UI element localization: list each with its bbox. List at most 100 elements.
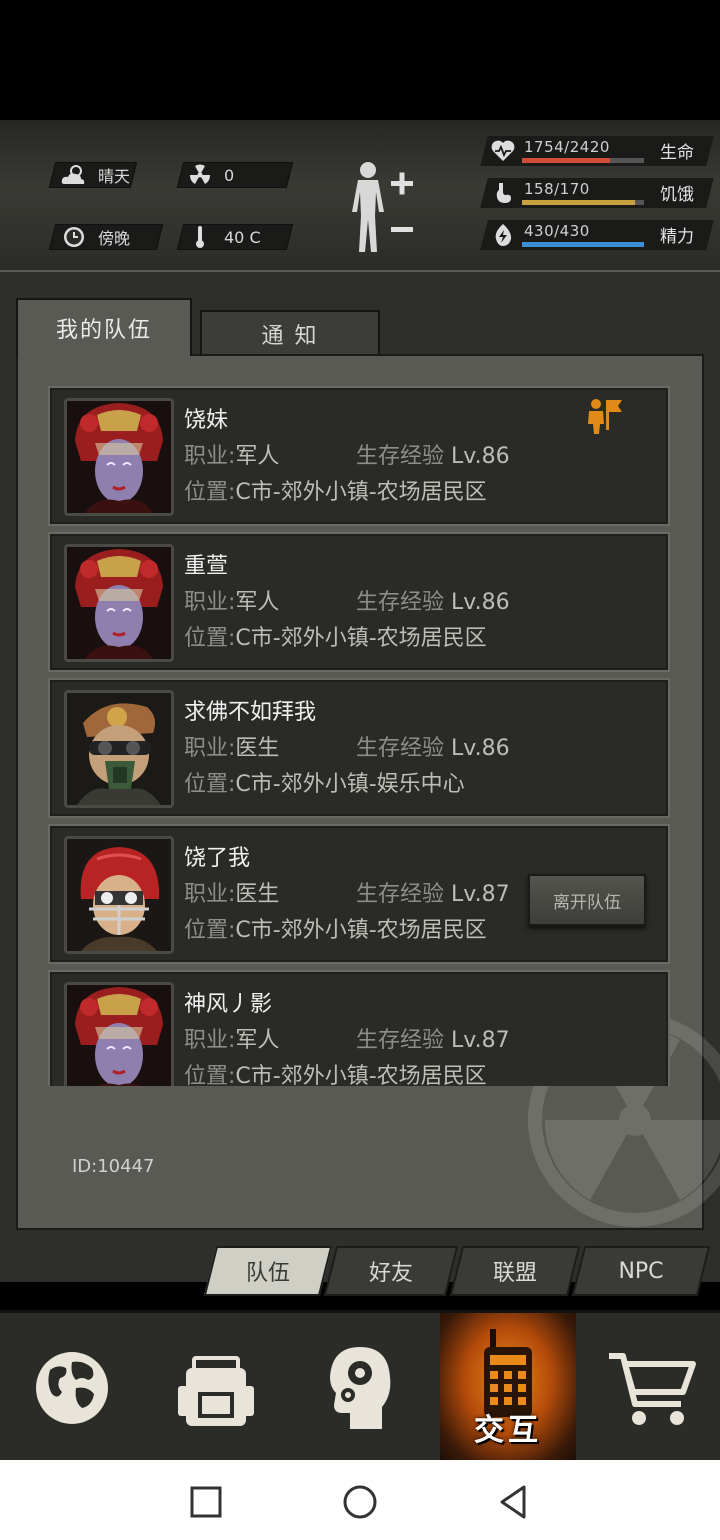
back-icon[interactable] <box>494 1482 534 1522</box>
hunger-bar: 158/170 饥饿 <box>480 178 714 208</box>
member-experience: 生存经验 Lv.86 <box>356 584 510 616</box>
team-member-card[interactable]: 饶了我职业:医生 生存经验 Lv.87 位置:C市-郊外小镇-农场居民区 离开队伍 <box>48 824 670 964</box>
member-avatar[interactable] <box>64 398 174 516</box>
cloud-sun-icon <box>60 162 88 188</box>
member-location: 位置:C市-郊外小镇-农场居民区 <box>184 912 487 944</box>
body-figure-icon <box>352 162 413 252</box>
member-location-value: C市-郊外小镇-农场居民区 <box>235 626 487 651</box>
member-location-label: 位置: <box>184 918 236 943</box>
member-job-value: 医生 <box>235 736 280 761</box>
member-job-label: 职业: <box>184 444 236 469</box>
status-bar <box>0 0 720 120</box>
member-name: 求佛不如拜我 <box>184 700 317 725</box>
member-job-label: 职业: <box>184 882 236 907</box>
team-member-card[interactable]: 重萱 职业:军人 生存经验 Lv.86 位置:C市-郊外小镇-农场居民区 <box>48 532 670 672</box>
hunger-value: 158/170 <box>524 180 590 198</box>
temperature-value: 40 C <box>224 227 261 247</box>
member-job-value: 军人 <box>235 590 280 615</box>
member-experience: 生存经验 Lv.87 <box>356 1022 510 1054</box>
radiation-display: 0 <box>186 162 234 188</box>
thermometer-icon <box>186 224 214 250</box>
member-experience: 生存经验 Lv.87 <box>356 876 510 908</box>
member-exp-label: 生存经验 <box>356 444 445 469</box>
health-value: 1754/2420 <box>524 138 610 156</box>
team-member-card[interactable]: 饶妹 职业:军人 生存经验 Lv.86 位置:C市-郊外小镇-农场居民区 <box>48 386 670 526</box>
energy-label: 精力 <box>660 227 694 247</box>
team-member-list[interactable]: 饶妹 职业:军人 生存经验 Lv.86 位置:C市-郊外小镇-农场居民区 重萱 职业:军人… <box>48 386 672 1086</box>
member-level: Lv.86 <box>451 736 510 761</box>
health-fill <box>522 158 611 163</box>
member-job-label: 职业: <box>184 590 236 615</box>
time-display: 傍晚 <box>60 224 130 250</box>
time-text: 傍晚 <box>98 229 131 248</box>
nav-interact-button[interactable]: 交互 <box>440 1313 576 1463</box>
hunger-fill <box>522 200 636 205</box>
health-bar: 1754/2420 生命 <box>480 136 714 166</box>
member-location: 位置:C市-郊外小镇-娱乐中心 <box>184 766 465 798</box>
member-exp-label: 生存经验 <box>356 736 445 761</box>
nav-backpack-button[interactable] <box>148 1313 284 1463</box>
member-avatar[interactable] <box>64 836 174 954</box>
subtab-team[interactable]: 队伍 <box>210 1246 326 1296</box>
leave-team-button[interactable]: 离开队伍 <box>528 874 646 926</box>
team-member-card[interactable]: 神风丿影 职业:军人 生存经验 Lv.87 位置:C市-郊外小镇-农场居民区 <box>48 970 670 1086</box>
member-level: Lv.86 <box>451 444 510 469</box>
radiation-value: 0 <box>224 165 235 185</box>
member-job: 职业:军人 <box>184 584 279 616</box>
home-icon[interactable] <box>340 1482 380 1522</box>
member-avatar[interactable] <box>64 982 174 1086</box>
stomach-icon <box>490 180 516 206</box>
member-location-value: C市-郊外小镇-农场居民区 <box>235 1064 487 1086</box>
member-job: 职业:军人 <box>184 438 279 470</box>
member-level: Lv.86 <box>451 590 510 615</box>
member-name: 饶了我 <box>184 846 251 871</box>
tab-notice[interactable]: 通 知 <box>200 310 380 356</box>
cart-icon <box>609 1353 696 1425</box>
member-location: 位置:C市-郊外小镇-农场居民区 <box>184 1058 487 1086</box>
radiation-icon <box>186 162 214 188</box>
status-hud: 晴天 0 傍晚 40 C 1754/2420 生命 158/170 饥饿 430… <box>0 120 720 272</box>
subtab-friends[interactable]: 好友 <box>330 1246 452 1296</box>
member-experience: 生存经验 Lv.86 <box>356 438 510 470</box>
member-level: Lv.87 <box>451 882 510 907</box>
health-label: 生命 <box>660 143 694 163</box>
member-level: Lv.87 <box>451 1028 510 1053</box>
subtab-alliance[interactable]: 联盟 <box>456 1246 574 1296</box>
nav-world-button[interactable] <box>4 1313 140 1463</box>
nav-skills-button[interactable] <box>292 1313 428 1463</box>
member-experience: 生存经验 Lv.86 <box>356 730 510 762</box>
member-location: 位置:C市-郊外小镇-农场居民区 <box>184 474 487 506</box>
member-exp-label: 生存经验 <box>356 882 445 907</box>
body-status-button[interactable] <box>346 160 426 256</box>
member-location-label: 位置: <box>184 626 236 651</box>
energy-value: 430/430 <box>524 222 590 240</box>
member-location-label: 位置: <box>184 1064 236 1086</box>
energy-fill <box>522 242 644 247</box>
member-avatar[interactable] <box>64 544 174 662</box>
member-location-value: C市-郊外小镇-娱乐中心 <box>235 772 465 797</box>
recent-apps-icon[interactable] <box>186 1482 226 1522</box>
member-avatar[interactable] <box>64 690 174 808</box>
team-member-card[interactable]: 求佛不如拜我职业:医生 生存经验 Lv.86 位置:C市-郊外小镇-娱乐中心 <box>48 678 670 818</box>
nav-interact-label: 交互 <box>474 1413 542 1448</box>
subtab-npc[interactable]: NPC <box>578 1246 704 1296</box>
nav-shop-button[interactable] <box>584 1313 720 1463</box>
member-name: 神风丿影 <box>184 992 273 1017</box>
member-location-label: 位置: <box>184 480 236 505</box>
member-job-value: 医生 <box>235 882 280 907</box>
heart-icon <box>490 138 516 164</box>
member-location-value: C市-郊外小镇-农场居民区 <box>235 918 487 943</box>
member-exp-label: 生存经验 <box>356 1028 445 1053</box>
member-location: 位置:C市-郊外小镇-农场居民区 <box>184 620 487 652</box>
weather-display: 晴天 <box>60 162 130 188</box>
skills-head-icon <box>330 1347 391 1429</box>
energy-bar: 430/430 精力 <box>480 220 714 250</box>
temperature-display: 40 C <box>186 224 261 250</box>
weather-text: 晴天 <box>98 167 131 186</box>
hunger-label: 饥饿 <box>660 185 694 205</box>
team-leader-flag-icon <box>584 396 624 436</box>
tab-my-team[interactable]: 我的队伍 <box>16 298 192 356</box>
globe-icon <box>36 1352 108 1424</box>
member-job: 职业:医生 <box>184 730 279 762</box>
clock-icon <box>60 224 88 250</box>
